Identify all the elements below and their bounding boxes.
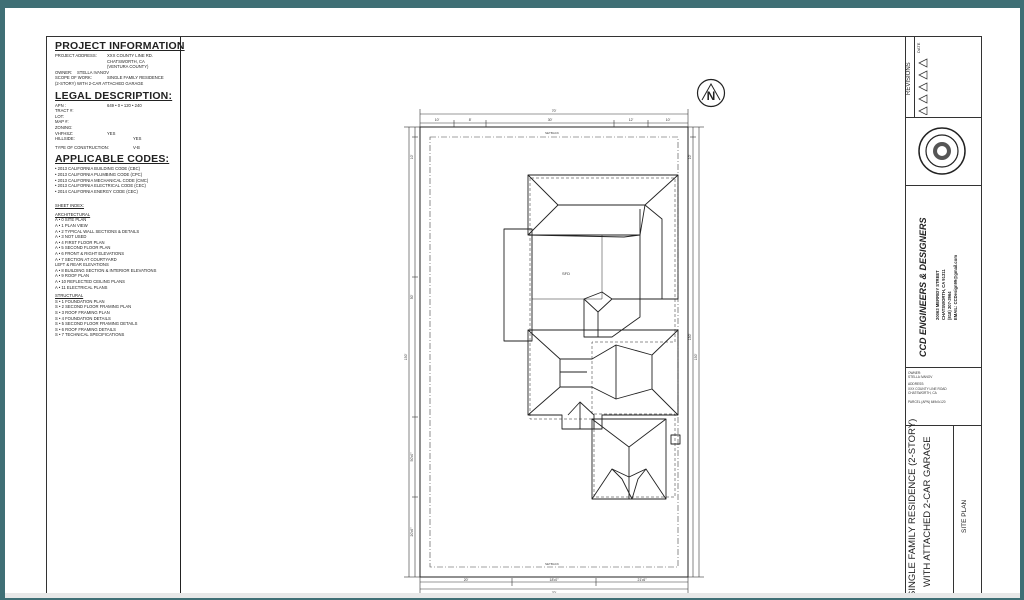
project-info-panel: PROJECT INFORMATION PROJECT ADDRESS: XXX … <box>47 37 185 597</box>
dim-top-seg-1: 10' <box>435 118 440 122</box>
project-title-line2: WITH ATTACHED 2-CAR GARAGE <box>922 436 933 587</box>
structural-sheet-item: S • 7 TECHNICAL SPECIFICATIONS <box>55 332 125 338</box>
firm-phone: (818) 207-3964 <box>947 291 952 320</box>
property-line <box>419 126 689 578</box>
dim-right-total: 150' <box>694 353 698 360</box>
building-roof-plan: SFD <box>503 174 681 500</box>
firm-address2: CHATSWORTH, CA 91311 <box>941 269 946 320</box>
tb-parcel-label: PARCEL (APN) 649•0•120 <box>908 400 946 405</box>
dim-left-seg-2: 50' <box>410 294 414 299</box>
codes-list: • 2013 CALIFORNIA BUILDING CODE (CBC) • 2… <box>55 166 180 194</box>
sheet-title: SITE PLAN <box>961 499 968 533</box>
drawing-sheet: PROJECT INFORMATION PROJECT ADDRESS: XXX … <box>46 36 982 598</box>
revisions-label: REVISIONS <box>906 62 912 95</box>
north-arrow-icon: N <box>696 78 726 108</box>
document-viewer[interactable]: PROJECT INFORMATION PROJECT ADDRESS: XXX … <box>5 8 1020 598</box>
revision-triangles <box>918 58 928 115</box>
address-line3: (VENTURA COUNTY) <box>107 64 149 70</box>
engineer-seal-icon <box>918 127 966 175</box>
horizontal-scrollbar[interactable] <box>5 593 1020 598</box>
dim-left-seg-3: 50'•0" <box>410 452 414 462</box>
dim-left-seg-4: 20'•6" <box>410 527 414 537</box>
hillside-value: YES <box>133 136 142 142</box>
hillside-label: HILLSIDE: <box>55 136 75 142</box>
applicable-codes-heading: APPLICABLE CODES: <box>55 153 170 166</box>
dim-top-total: 70' <box>552 109 557 113</box>
dim-bottom-seg-1: 20' <box>464 578 469 582</box>
construction-label: TYPE OF CONSTRUCTION: <box>55 144 109 150</box>
project-title-line1: SINGLE FAMILY RESIDENCE (2-STORY) <box>907 418 918 597</box>
dim-top-seg-2: 8' <box>469 118 472 122</box>
right-dimensions <box>688 126 704 578</box>
dim-left-seg-1: 10' <box>410 154 414 159</box>
firm-address1: 20063 MERRIDY STREET <box>935 270 940 320</box>
title-block: REVISIONS DATE CCD ENGINEERS & DESIGNERS… <box>905 37 982 598</box>
legal-description-heading: LEGAL DESCRIPTION: <box>55 89 173 102</box>
site-plan-drawing: N 70' 10' 8' 30' 12' 10' SETBACK SETBACK… <box>404 78 726 595</box>
firm-email: EMAIL: CCDesign99@gmail.com <box>953 254 958 320</box>
setback-top-label: SETBACK <box>545 131 559 135</box>
structural-sheet-list: S • 1 FOUNDATION PLAN S • 2 SECOND FLOOR … <box>55 299 180 338</box>
dim-bottom-seg-3: 21'•6" <box>638 578 648 582</box>
dim-top-seg-3: 30' <box>548 118 553 122</box>
owner-address-box: OWNER: STELLA IVANOV ADDRESS: XXX COUNTY… <box>908 371 947 404</box>
dim-right-seg-2: 150' <box>688 333 692 340</box>
north-label: N <box>707 89 716 103</box>
dim-bottom-seg-2: 18'•0" <box>550 578 560 582</box>
construction-value: V-B <box>133 144 140 150</box>
dim-right-seg-1: 10' <box>688 154 692 159</box>
left-dimensions <box>404 126 420 578</box>
architectural-sheet-list: A • 0 SITE PLAN A • 1 PLAN VIEW A • 2 TYPI… <box>55 217 180 290</box>
date-label: DATE <box>916 42 921 53</box>
setback-bottom-label: SETBACK <box>545 562 559 566</box>
firm-name: CCD ENGINEERS & DESIGNERS <box>918 217 928 357</box>
dim-top-seg-5: 10' <box>666 118 671 122</box>
dim-top-seg-4: 12' <box>629 118 634 122</box>
building-label: SFD <box>562 271 570 276</box>
dim-left-total: 150' <box>404 353 408 360</box>
project-information-heading: PROJECT INFORMATION <box>55 40 185 52</box>
apn-value: 649 • 0 • 120 • 240 <box>107 102 142 108</box>
